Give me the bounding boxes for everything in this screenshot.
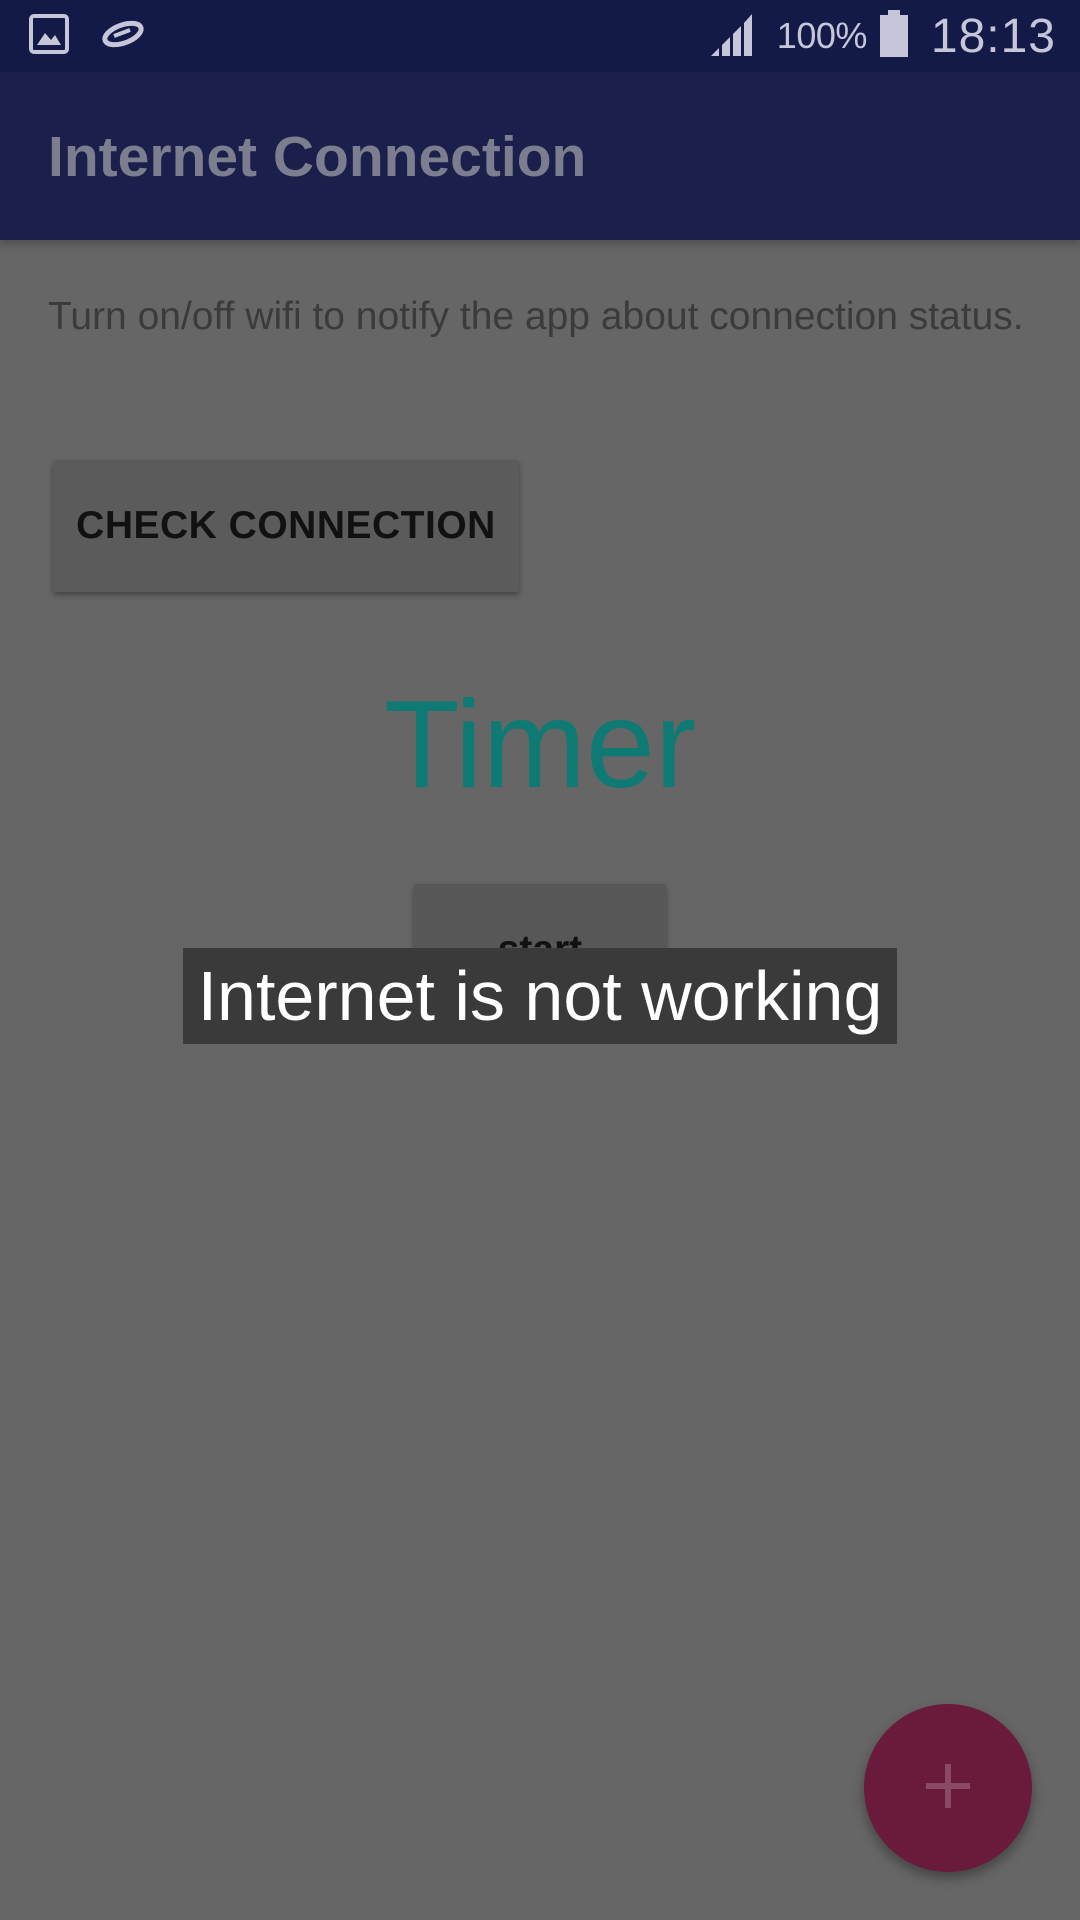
status-left-icons <box>28 13 146 60</box>
signal-icon <box>709 10 759 63</box>
add-fab-button[interactable] <box>864 1704 1032 1872</box>
check-connection-button[interactable]: CHECK CONNECTION <box>53 460 519 592</box>
app-title: Internet Connection <box>48 125 587 189</box>
toast-message: Internet is not working <box>183 948 897 1044</box>
battery-percent: 100% <box>776 15 868 56</box>
status-bar: 100% 18:13 <box>0 0 1080 72</box>
app-bar: Internet Connection <box>0 72 1080 240</box>
sync-icon <box>100 16 146 57</box>
status-right-icons: 100% 18:13 <box>709 9 1056 63</box>
plus-icon <box>924 1762 972 1815</box>
gallery-icon <box>28 13 70 60</box>
battery-icon <box>879 9 909 63</box>
description-text: Turn on/off wifi to notify the app about… <box>48 295 1024 338</box>
timer-label: Timer <box>383 676 697 814</box>
status-clock: 18:13 <box>930 9 1056 63</box>
